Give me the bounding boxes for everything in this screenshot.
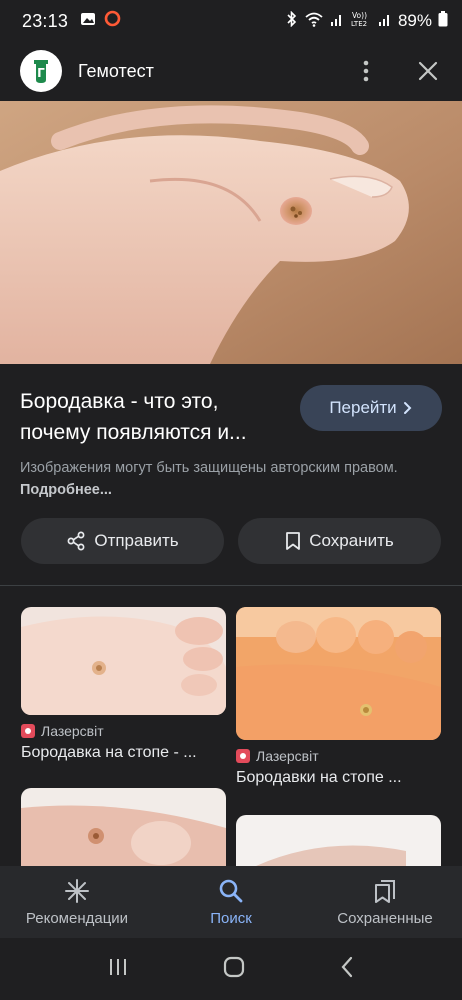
share-label: Отправить — [94, 531, 179, 550]
bottom-navigation: Рекомендации Поиск Сохраненные — [0, 866, 462, 938]
back-button[interactable] — [339, 956, 355, 983]
result-title-line1: Бородавка - что это, — [20, 390, 219, 413]
recent-apps-icon — [109, 958, 126, 975]
hero-image[interactable] — [0, 101, 462, 364]
related-card[interactable]: Лазерсвіт Бородавка на стопе - ... — [21, 607, 226, 762]
home-button[interactable] — [222, 955, 246, 984]
related-source-name: Лазерсвіт — [256, 748, 319, 764]
related-title[interactable]: Бородавка на стопе - ... — [21, 744, 226, 762]
nav-saved[interactable]: Сохраненные — [308, 866, 462, 938]
nav-label: Сохраненные — [337, 909, 433, 927]
gemotest-logo-icon: Г — [34, 60, 48, 83]
svg-text:Vo)): Vo)) — [352, 11, 367, 20]
related-source-name: Лазерсвіт — [41, 723, 104, 739]
network-label: LTE2 — [351, 20, 367, 28]
related-card[interactable]: Лазерсвіт Бородавки на стопе ... — [236, 607, 441, 787]
more-vert-icon — [363, 60, 369, 82]
nav-recommendations[interactable]: Рекомендации — [0, 866, 154, 938]
related-source: Лазерсвіт — [236, 748, 441, 764]
related-card[interactable] — [21, 788, 226, 866]
bluetooth-icon — [286, 10, 298, 32]
saved-icon — [375, 879, 395, 903]
related-image[interactable] — [21, 607, 226, 715]
back-icon — [341, 956, 353, 977]
section-divider — [0, 585, 462, 586]
nav-label: Поиск — [210, 909, 252, 927]
site-name[interactable]: Гемотест — [78, 61, 154, 82]
source-favicon-icon — [21, 724, 35, 738]
system-navigation-bar — [0, 938, 462, 1000]
save-label: Сохранить — [309, 531, 394, 550]
result-title[interactable]: Бородавка - что это, почему появляются и… — [20, 386, 290, 448]
gallery-icon — [80, 11, 96, 32]
save-button[interactable]: Сохранить — [238, 518, 441, 564]
related-source: Лазерсвіт — [21, 723, 226, 739]
more-options-button[interactable] — [352, 57, 380, 85]
result-title-line2: почему появляются и... — [20, 421, 247, 444]
related-card[interactable] — [236, 815, 441, 866]
logo-letter: Г — [37, 66, 45, 80]
app-bar: Г Гемотест — [0, 42, 462, 100]
nav-label: Рекомендации — [25, 909, 129, 927]
status-bar: 23:13 Vo)) LTE2 89% — [0, 0, 462, 42]
share-button[interactable]: Отправить — [21, 518, 224, 564]
visit-button[interactable]: Перейти — [300, 385, 442, 431]
related-image[interactable] — [236, 607, 441, 740]
recent-apps-button[interactable] — [107, 956, 129, 983]
close-button[interactable] — [414, 57, 442, 85]
nav-search[interactable]: Поиск — [154, 866, 308, 938]
related-title[interactable]: Бородавки на стопе ... — [236, 769, 441, 787]
bookmark-icon — [286, 532, 301, 550]
signal-bars-icon-2 — [378, 12, 392, 31]
record-icon — [104, 10, 121, 32]
wifi-icon — [304, 11, 324, 32]
related-image[interactable] — [236, 815, 441, 866]
signal-bars-icon — [330, 12, 344, 31]
home-icon — [223, 956, 245, 977]
more-info-link[interactable]: Подробнее... — [20, 482, 112, 498]
battery-percent: 89% — [397, 11, 432, 30]
site-logo[interactable]: Г — [20, 50, 62, 92]
asterisk-icon — [65, 878, 89, 903]
copyright-text: Изображения могут быть защищены авторски… — [20, 460, 398, 476]
source-favicon-icon — [236, 749, 250, 763]
close-icon — [418, 61, 438, 81]
visit-button-label: Перейти — [329, 398, 397, 417]
copyright-notice: Изображения могут быть защищены авторски… — [20, 457, 440, 501]
share-icon — [67, 531, 85, 551]
volte-icon: Vo)) LTE2 — [350, 10, 372, 33]
search-icon — [219, 879, 243, 902]
chevron-right-icon — [403, 402, 412, 414]
battery-icon — [438, 10, 448, 32]
related-image[interactable] — [21, 788, 226, 866]
status-time: 23:13 — [22, 10, 69, 31]
